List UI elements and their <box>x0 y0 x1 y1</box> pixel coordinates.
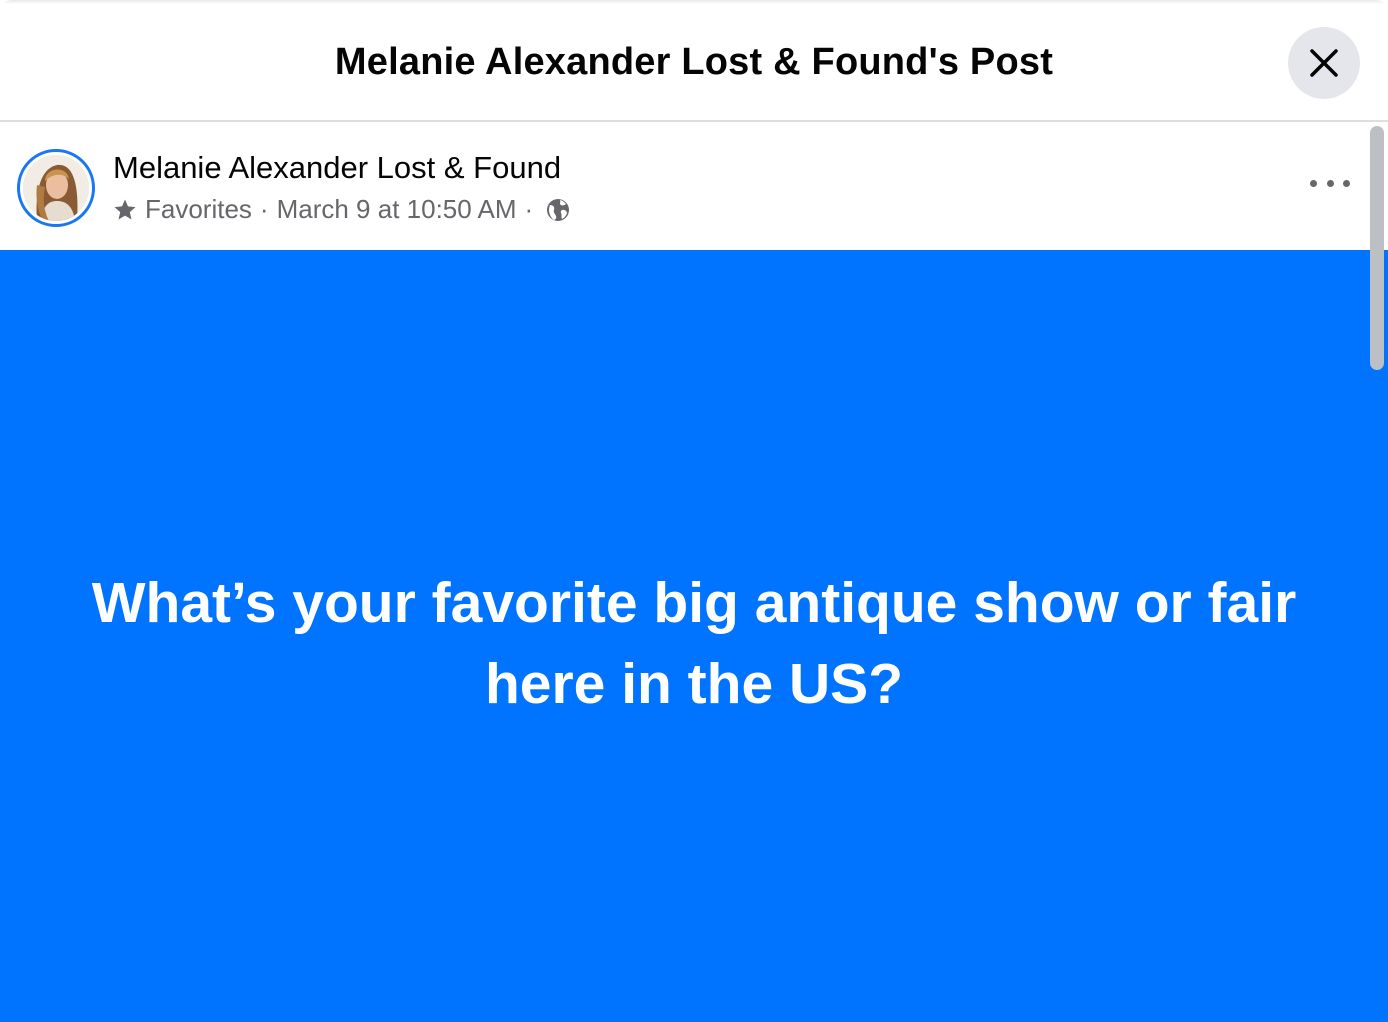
close-icon <box>1310 49 1338 77</box>
more-options-icon <box>1343 179 1350 187</box>
more-options-icon <box>1326 179 1334 187</box>
audience-label[interactable]: Favorites <box>145 194 252 225</box>
modal-header: Melanie Alexander Lost & Found's Post <box>0 0 1388 122</box>
post-timestamp[interactable]: March 9 at 10:50 AM <box>277 194 517 225</box>
globe-icon[interactable] <box>545 197 571 223</box>
scrollbar[interactable] <box>1370 124 1384 1022</box>
author-name[interactable]: Melanie Alexander Lost & Found <box>113 150 561 186</box>
avatar-image <box>23 155 89 221</box>
post-background: What’s your favorite big antique show or… <box>0 250 1388 1022</box>
separator: · <box>524 194 534 224</box>
modal-title: Melanie Alexander Lost & Found's Post <box>334 40 1054 83</box>
post-text: What’s your favorite big antique show or… <box>91 571 1297 716</box>
close-button[interactable] <box>1288 27 1360 99</box>
separator: · <box>259 194 269 224</box>
more-options-button[interactable] <box>1310 170 1350 196</box>
scrollbar-thumb[interactable] <box>1370 126 1384 370</box>
post-modal: Melanie Alexander Lost & Found's Post Me… <box>0 0 1388 1022</box>
avatar[interactable] <box>17 149 95 227</box>
post-header: Melanie Alexander Lost & Found Favorites… <box>0 124 1388 250</box>
more-options-icon <box>1310 179 1317 187</box>
star-icon <box>113 198 137 222</box>
post-meta: Favorites · March 9 at 10:50 AM · <box>113 194 571 225</box>
